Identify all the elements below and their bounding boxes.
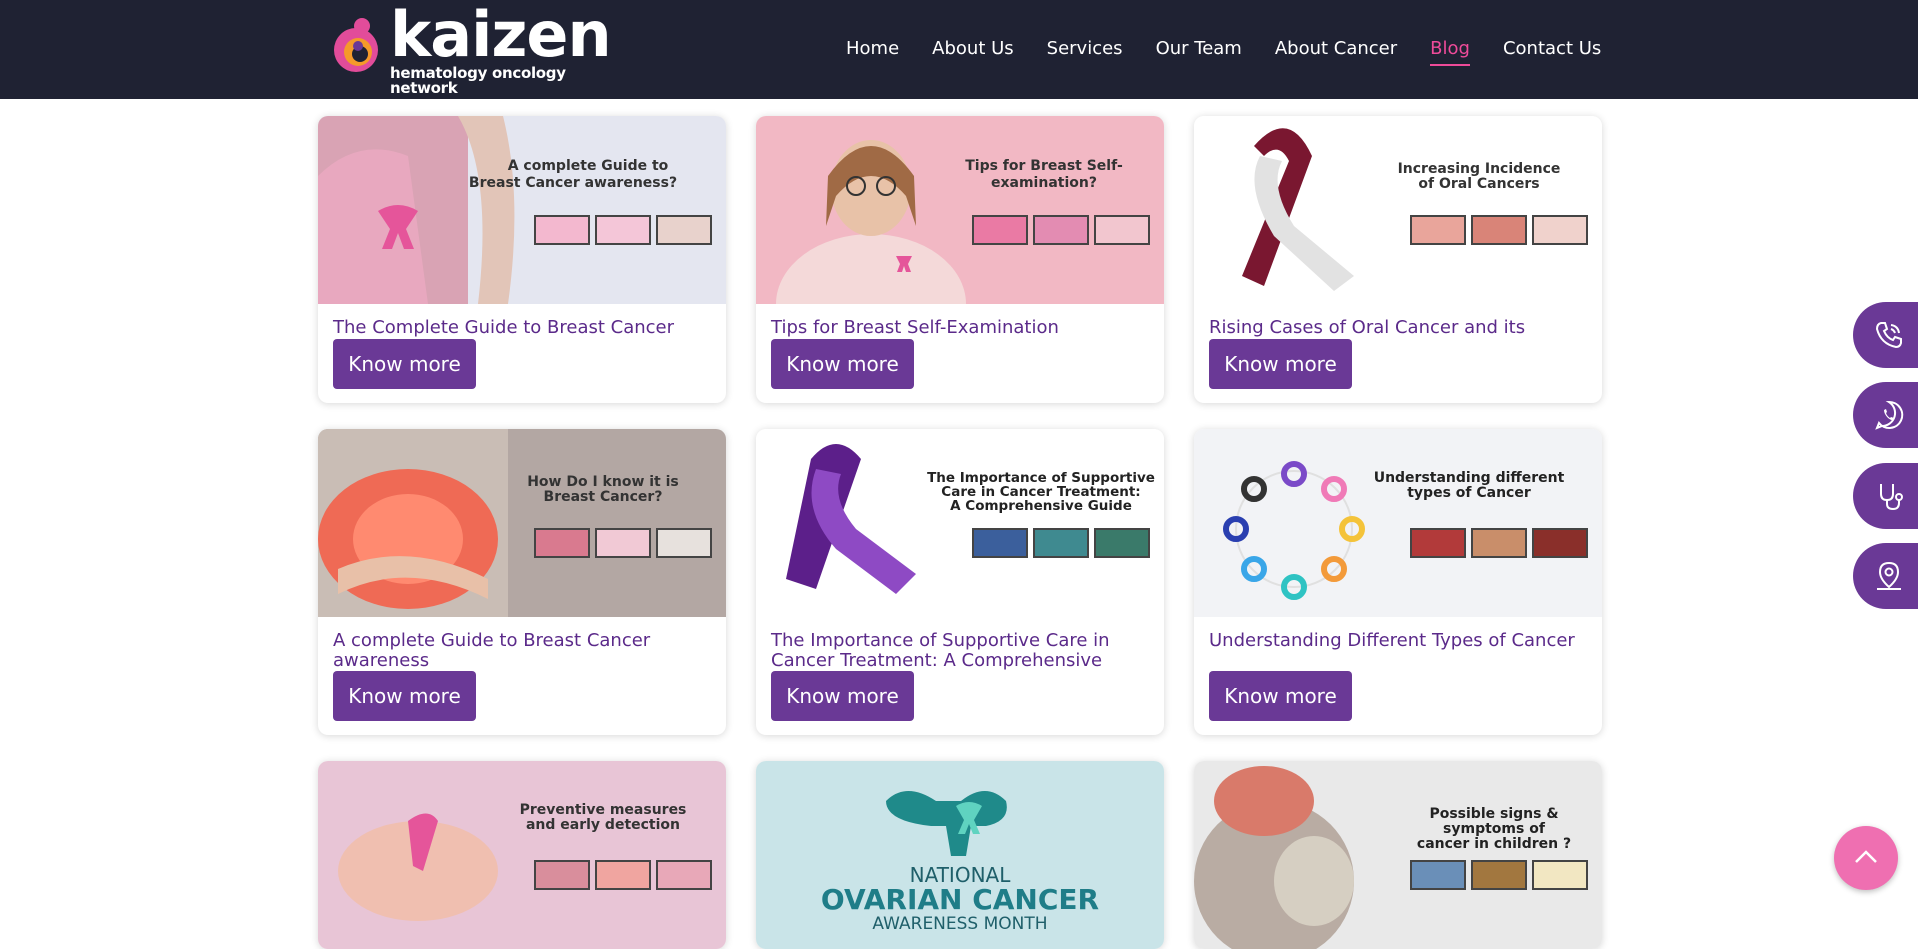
blog-card: A complete Guide to Breast Cancer awaren… [318, 116, 726, 403]
image-text-line: A complete Guide to [508, 158, 669, 174]
blog-card-title[interactable]: Tips for Breast Self-Examination [771, 318, 1156, 338]
call-button[interactable] [1853, 302, 1918, 368]
blog-card-image[interactable]: Preventive measures and early detection [318, 761, 726, 949]
nav-about-cancer[interactable]: About Cancer [1275, 37, 1397, 66]
image-text-line: Tips for Breast Self- [965, 158, 1123, 174]
blog-card-title[interactable]: The Complete Guide to Breast Cancer [333, 318, 718, 338]
blog-card-title[interactable]: Understanding Different Types of Cancer [1209, 631, 1594, 651]
image-text-line: Understanding different [1374, 470, 1565, 486]
image-text-line: A Comprehensive Guide [950, 498, 1132, 514]
image-text-line: OVARIAN CANCER [821, 883, 1099, 916]
doctor-button[interactable] [1853, 463, 1918, 529]
know-more-button[interactable]: Know more [771, 671, 914, 721]
blog-card: Understanding different types of Cancer … [1194, 429, 1602, 735]
stethoscope-icon [1880, 484, 1903, 511]
blog-card: Tips for Breast Self- examination? Tips … [756, 116, 1164, 403]
nav-about-us[interactable]: About Us [932, 37, 1014, 66]
blog-card: Possible signs & symptoms of cancer in c… [1194, 761, 1602, 949]
know-more-button[interactable]: Know more [333, 339, 476, 389]
brand-tagline: hematology oncology network [390, 64, 566, 97]
know-more-button[interactable]: Know more [1209, 671, 1352, 721]
blog-card-image[interactable]: A complete Guide to Breast Cancer awaren… [318, 116, 726, 304]
blog-card: The Importance of Supportive Care in Can… [756, 429, 1164, 735]
blog-card-image[interactable]: Possible signs & symptoms of cancer in c… [1194, 761, 1602, 949]
blog-card-image[interactable]: NATIONAL OVARIAN CANCER AWARENESS MONTH [756, 761, 1164, 949]
image-text-line: types of Cancer [1407, 485, 1531, 501]
blog-card: NATIONAL OVARIAN CANCER AWARENESS MONTH [756, 761, 1164, 949]
image-text-line: Preventive measures [520, 802, 687, 818]
know-more-button[interactable]: Know more [771, 339, 914, 389]
blog-card-title[interactable]: A complete Guide to Breast Cancer awaren… [333, 631, 718, 671]
image-text-line: Possible signs & [1429, 806, 1558, 822]
nav-services[interactable]: Services [1047, 37, 1123, 66]
main-nav: Home About Us Services Our Team About Ca… [846, 37, 1601, 66]
know-more-button[interactable]: Know more [333, 671, 476, 721]
blog-card-image[interactable]: The Importance of Supportive Care in Can… [756, 429, 1164, 617]
image-text-line: cancer in children ? [1417, 836, 1571, 852]
location-icon [1877, 561, 1901, 590]
whatsapp-button[interactable] [1853, 382, 1918, 448]
chevron-up-icon [1855, 850, 1877, 863]
scroll-to-top-button[interactable] [1834, 826, 1898, 890]
image-text-line: Increasing Incidence [1398, 161, 1561, 177]
image-text-line: of Oral Cancers [1418, 176, 1539, 192]
blog-card-image[interactable]: Increasing Incidence of Oral Cancers [1194, 116, 1602, 304]
blog-card: Preventive measures and early detection [318, 761, 726, 949]
site-header: kaizen hematology oncology network Home … [0, 0, 1918, 99]
image-text-line: and early detection [526, 817, 680, 833]
image-text-line: Breast Cancer awareness? [469, 175, 677, 191]
blog-card: Increasing Incidence of Oral Cancers Ris… [1194, 116, 1602, 403]
phone-icon [1875, 322, 1902, 349]
location-button[interactable] [1853, 543, 1918, 609]
know-more-button[interactable]: Know more [1209, 339, 1352, 389]
nav-blog[interactable]: Blog [1430, 37, 1470, 66]
brand-name: kaizen [390, 0, 612, 71]
image-text-line: Breast Cancer? [544, 489, 663, 505]
blog-card-image[interactable]: Understanding different types of Cancer [1194, 429, 1602, 617]
nav-our-team[interactable]: Our Team [1156, 37, 1242, 66]
image-text-line: examination? [991, 175, 1097, 191]
whatsapp-icon [1875, 400, 1904, 430]
blog-card-image[interactable]: How Do I know it is Breast Cancer? [318, 429, 726, 617]
logo-mark-icon [334, 18, 378, 72]
blog-card: How Do I know it is Breast Cancer? A com… [318, 429, 726, 735]
image-text-line: How Do I know it is [527, 474, 679, 490]
blog-card-image[interactable]: Tips for Breast Self- examination? [756, 116, 1164, 304]
nav-home[interactable]: Home [846, 37, 899, 66]
nav-contact-us[interactable]: Contact Us [1503, 37, 1601, 66]
kaizen-logo[interactable]: kaizen hematology oncology network [328, 4, 628, 96]
image-text-line: symptoms of [1443, 821, 1546, 837]
image-text-line: AWARENESS MONTH [872, 914, 1047, 934]
